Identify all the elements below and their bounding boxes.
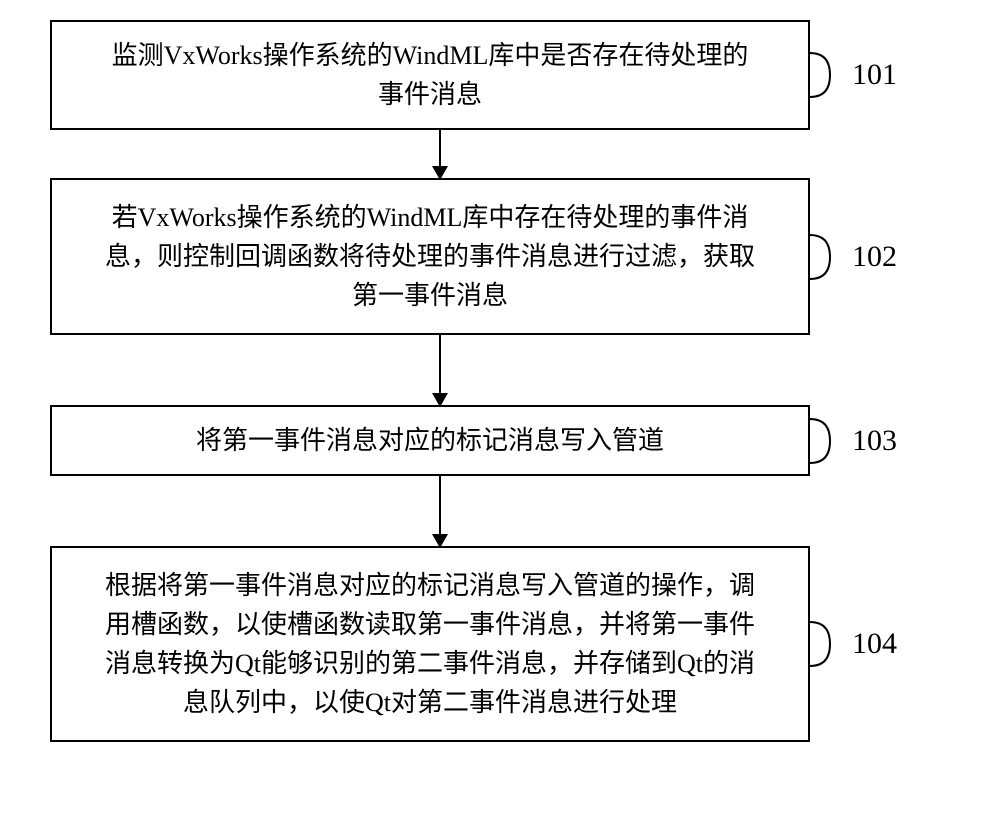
step-3-text: 将第一事件消息对应的标记消息写入管道 <box>196 426 664 455</box>
arrow-down-icon <box>439 476 441 546</box>
step-3-connector: 103 <box>810 411 897 471</box>
step-1-container: 监测VxWorks操作系统的WindML库中是否存在待处理的事件消息 101 <box>50 20 950 130</box>
step-4-connector: 104 <box>810 614 897 674</box>
step-3-container: 将第一事件消息对应的标记消息写入管道 103 <box>50 405 950 476</box>
step-4-label: 104 <box>852 627 897 661</box>
arrow-wrapper-2 <box>50 335 950 405</box>
step-1-text: 监测VxWorks操作系统的WindML库中是否存在待处理的事件消息 <box>112 41 749 109</box>
arrow-wrapper-3 <box>50 476 950 546</box>
step-3-box: 将第一事件消息对应的标记消息写入管道 <box>50 405 810 476</box>
step-2-label: 102 <box>852 240 897 274</box>
arrow-wrapper-1 <box>50 130 950 178</box>
step-3-label: 103 <box>852 424 897 458</box>
step-1-connector: 101 <box>810 45 897 105</box>
step-2-text: 若VxWorks操作系统的WindML库中存在待处理的事件消息，则控制回调函数将… <box>105 203 755 310</box>
step-2-connector: 102 <box>810 227 897 287</box>
curve-icon <box>810 227 848 287</box>
step-2-container: 若VxWorks操作系统的WindML库中存在待处理的事件消息，则控制回调函数将… <box>50 178 950 335</box>
step-1-label: 101 <box>852 58 897 92</box>
step-4-text: 根据将第一事件消息对应的标记消息写入管道的操作，调用槽函数，以使槽函数读取第一事… <box>105 571 755 717</box>
arrow-down-icon <box>439 130 441 178</box>
curve-icon <box>810 45 848 105</box>
arrow-down-icon <box>439 335 441 405</box>
curve-icon <box>810 614 848 674</box>
step-2-box: 若VxWorks操作系统的WindML库中存在待处理的事件消息，则控制回调函数将… <box>50 178 810 335</box>
flowchart-container: 监测VxWorks操作系统的WindML库中是否存在待处理的事件消息 101 若… <box>50 20 950 742</box>
step-4-box: 根据将第一事件消息对应的标记消息写入管道的操作，调用槽函数，以使槽函数读取第一事… <box>50 546 810 742</box>
step-4-container: 根据将第一事件消息对应的标记消息写入管道的操作，调用槽函数，以使槽函数读取第一事… <box>50 546 950 742</box>
curve-icon <box>810 411 848 471</box>
step-1-box: 监测VxWorks操作系统的WindML库中是否存在待处理的事件消息 <box>50 20 810 130</box>
